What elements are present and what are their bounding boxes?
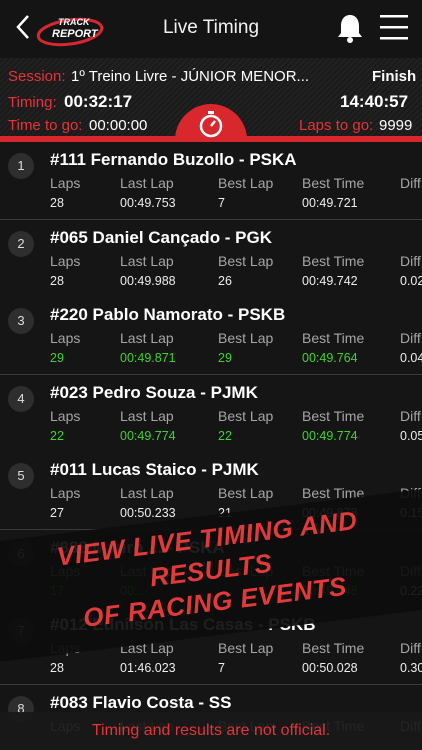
timing-label: Timing: bbox=[8, 94, 57, 111]
col-last-lap-value: 01:46.023 bbox=[120, 661, 176, 675]
col-best-time-value: 00:49.721 bbox=[302, 196, 358, 210]
driver-name: #083 Flavio Costa - SS bbox=[50, 692, 232, 712]
table-row[interactable]: 1 #111 Fernando Buzollo - PSKA Laps 28 Last … bbox=[0, 142, 422, 220]
col-best-lap-value: 29 bbox=[218, 351, 232, 365]
col-laps-value: 29 bbox=[50, 351, 64, 365]
col-best-time-value: 00:50.028 bbox=[302, 661, 358, 675]
col-best-time-value: 00:49.742 bbox=[302, 273, 358, 288]
driver-name: #011 Lucas Staico - PJMK bbox=[50, 460, 259, 479]
col-best-lap-label: Best Lap bbox=[218, 330, 274, 346]
col-best-time-label: Best Time bbox=[302, 252, 365, 269]
col-diff-value: 0.04 bbox=[400, 351, 422, 365]
laps-to-go-value: 9999 bbox=[379, 117, 413, 134]
col-laps-value: 27 bbox=[50, 506, 64, 520]
position-badge: 3 bbox=[8, 308, 34, 334]
col-best-time-label: Best Time bbox=[302, 407, 365, 424]
position-badge: 1 bbox=[8, 153, 34, 179]
driver-name: #065 Daniel Cançado - PGK bbox=[50, 227, 273, 247]
col-best-time-value: 00:49.774 bbox=[302, 428, 358, 443]
position-badge: 4 bbox=[8, 385, 34, 412]
col-diff-value: 0.02 bbox=[400, 273, 422, 288]
col-last-lap-value: 00:49.774 bbox=[120, 428, 176, 443]
col-diff-label: Diff bbox=[400, 252, 421, 269]
session-name: 1º Treino Livre - JÚNIOR MENOR... bbox=[71, 68, 310, 85]
col-best-time-label: Best Time bbox=[302, 640, 365, 656]
col-last-lap-label: Last Lap bbox=[120, 407, 174, 424]
col-last-lap-value: 00:50.233 bbox=[120, 506, 176, 520]
laps-to-go-label: Laps to go: bbox=[299, 117, 374, 134]
col-laps-value: 28 bbox=[50, 273, 64, 288]
col-last-lap-label: Last Lap bbox=[120, 485, 174, 501]
col-laps-label: Laps bbox=[50, 330, 81, 346]
col-best-lap-label: Best Lap bbox=[218, 640, 274, 656]
notifications-button[interactable] bbox=[334, 12, 366, 44]
top-bar: TRACK REPORT Live Timing bbox=[0, 0, 422, 58]
disclaimer-footer: Timing and results are not official. bbox=[0, 712, 422, 750]
col-diff-value: 0.30 bbox=[400, 661, 422, 675]
col-last-lap-value: 00:49.753 bbox=[120, 196, 176, 210]
col-laps-label: Laps bbox=[50, 252, 81, 269]
col-diff-label: Diff bbox=[400, 640, 421, 656]
col-last-lap-label: Last Lap bbox=[120, 175, 174, 191]
col-last-lap-label: Last Lap bbox=[120, 330, 174, 346]
col-laps-value: 22 bbox=[50, 428, 64, 443]
col-laps-value: 28 bbox=[50, 196, 64, 210]
position-badge: 5 bbox=[8, 463, 34, 489]
col-best-time-label: Best Time bbox=[302, 175, 365, 191]
col-diff-label: Diff bbox=[400, 330, 421, 346]
bell-icon bbox=[338, 15, 362, 43]
table-row[interactable]: 2 #065 Daniel Cançado - PGK Laps 28 Last Lap… bbox=[0, 219, 422, 298]
position-badge: 2 bbox=[8, 230, 34, 257]
stopwatch-icon bbox=[199, 111, 223, 138]
col-laps-value: 28 bbox=[50, 661, 64, 675]
col-best-lap-label: Best Lap bbox=[218, 252, 274, 269]
driver-name: #220 Pablo Namorato - PSKB bbox=[50, 305, 286, 324]
col-laps-label: Laps bbox=[50, 175, 81, 191]
driver-name: #111 Fernando Buzollo - PSKA bbox=[50, 150, 297, 169]
col-best-lap-value: 22 bbox=[218, 428, 232, 443]
session-status: Finish bbox=[372, 68, 417, 85]
col-diff-value: 0.05 bbox=[400, 428, 422, 443]
col-diff-label: Diff bbox=[400, 407, 421, 424]
col-best-lap-label: Best Lap bbox=[218, 175, 274, 191]
col-diff-label: Diff bbox=[400, 175, 421, 191]
session-label: Session: bbox=[8, 68, 66, 85]
col-best-lap-value: 26 bbox=[218, 273, 232, 288]
col-laps-label: Laps bbox=[50, 407, 81, 424]
results-list[interactable]: 1 #111 Fernando Buzollo - PSKA Laps 28 Last … bbox=[0, 142, 422, 750]
col-best-lap-value: 7 bbox=[218, 661, 225, 675]
table-row[interactable]: 4 #023 Pedro Souza - PJMK Laps 22 Last Lap 00… bbox=[0, 374, 422, 453]
col-best-lap-value: 7 bbox=[218, 196, 225, 210]
driver-name: #023 Pedro Souza - PJMK bbox=[50, 382, 258, 402]
col-laps-label: Laps bbox=[50, 485, 81, 501]
hamburger-menu-icon bbox=[380, 15, 408, 40]
col-best-time-value: 00:49.764 bbox=[302, 351, 358, 365]
col-best-time-label: Best Time bbox=[302, 330, 365, 346]
time-to-go-label: Time to go: bbox=[8, 117, 83, 134]
col-last-lap-value: 00:49.871 bbox=[120, 351, 176, 365]
time-to-go-value: 00:00:00 bbox=[89, 117, 148, 134]
col-last-lap-label: Last Lap bbox=[120, 252, 174, 269]
col-last-lap-value: 00:49.988 bbox=[120, 273, 176, 288]
clock: 14:40:57 bbox=[340, 92, 409, 111]
menu-button[interactable] bbox=[378, 12, 410, 42]
col-best-lap-label: Best Lap bbox=[218, 407, 274, 424]
col-best-lap-label: Best Lap bbox=[218, 485, 274, 501]
timing-value: 00:32:17 bbox=[64, 92, 133, 111]
table-row[interactable]: 3 #220 Pablo Namorato - PSKB Laps 29 Last La… bbox=[0, 297, 422, 375]
